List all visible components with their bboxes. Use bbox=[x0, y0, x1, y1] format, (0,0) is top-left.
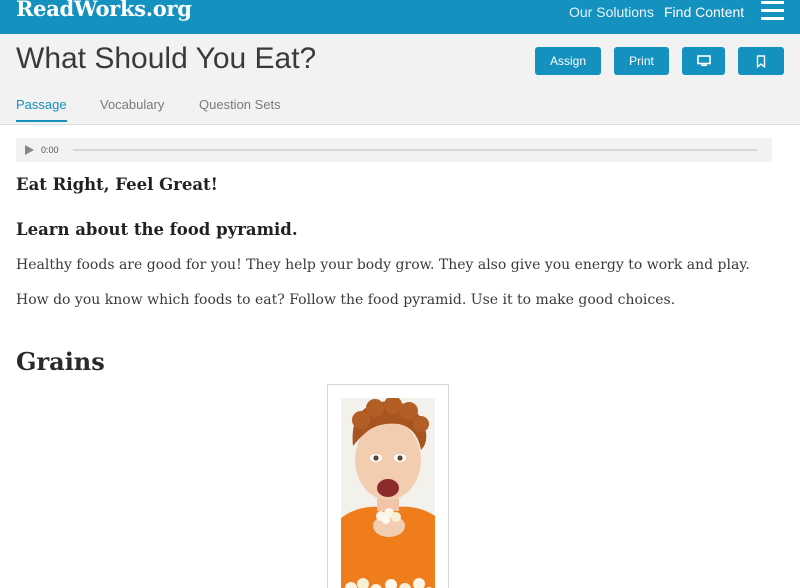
print-button[interactable]: Print bbox=[614, 47, 669, 75]
page-title: What Should You Eat? bbox=[16, 42, 317, 75]
passage-subheading: Learn about the food pyramid. bbox=[16, 220, 298, 239]
bookmark-button[interactable] bbox=[738, 47, 784, 75]
passage-paragraph: Healthy foods are good for you! They hel… bbox=[16, 257, 750, 273]
passage-heading: Eat Right, Feel Great! bbox=[16, 175, 218, 194]
passage-figure bbox=[327, 384, 449, 588]
readworks-logo[interactable]: ReadWorks.org bbox=[16, 0, 192, 21]
tab-passage[interactable]: Passage bbox=[16, 97, 67, 122]
audio-player: 0:00 bbox=[16, 138, 772, 162]
audio-time: 0:00 bbox=[41, 145, 59, 155]
audio-seek-bar[interactable] bbox=[73, 149, 757, 151]
play-icon[interactable] bbox=[25, 145, 34, 155]
hamburger-icon[interactable] bbox=[761, 0, 785, 22]
section-heading: Grains bbox=[16, 347, 105, 376]
boy-eating-popcorn-photo bbox=[341, 398, 435, 588]
nav-our-solutions[interactable]: Our Solutions bbox=[569, 4, 654, 20]
monitor-icon bbox=[696, 55, 711, 67]
tab-vocabulary[interactable]: Vocabulary bbox=[100, 97, 164, 120]
nav-find-content[interactable]: Find Content bbox=[664, 4, 744, 20]
article-header: What Should You Eat? Assign Print Passag… bbox=[0, 34, 800, 125]
passage-paragraph: How do you know which foods to eat? Foll… bbox=[16, 292, 676, 308]
tab-question-sets[interactable]: Question Sets bbox=[199, 97, 281, 120]
bookmark-icon bbox=[756, 54, 766, 68]
assign-button[interactable]: Assign bbox=[535, 47, 601, 75]
present-button[interactable] bbox=[682, 47, 725, 75]
top-navbar: ReadWorks.org Our Solutions Find Content bbox=[0, 0, 800, 34]
